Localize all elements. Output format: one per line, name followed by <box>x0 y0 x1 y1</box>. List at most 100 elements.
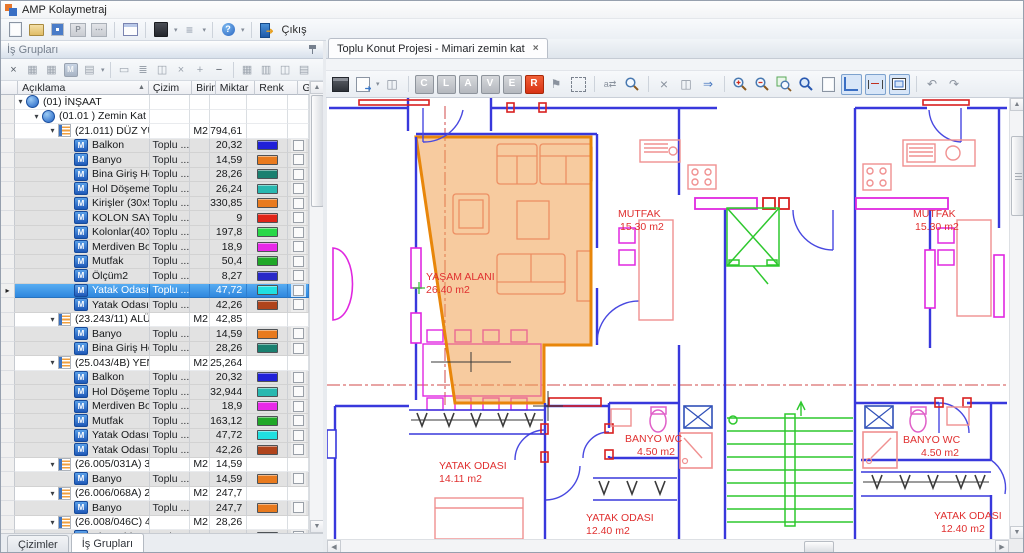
flag-icon[interactable]: ⚑ <box>547 75 566 94</box>
add-row-icon[interactable]: + <box>192 61 209 78</box>
color-chip[interactable] <box>257 227 278 237</box>
color-chip[interactable] <box>257 430 278 440</box>
table-row[interactable]: MMerdiven BoşluğuToplu ...18,9 <box>1 400 309 415</box>
pin-icon[interactable] <box>308 44 317 55</box>
color-chip[interactable] <box>257 184 278 194</box>
show-checkbox[interactable] <box>293 415 304 426</box>
theme-dropdown-icon[interactable]: ▾ <box>174 26 178 34</box>
color-chip[interactable] <box>257 300 278 310</box>
window-layout-icon[interactable] <box>121 21 139 39</box>
color-chip[interactable] <box>257 401 278 411</box>
new-document-icon[interactable] <box>6 21 24 39</box>
table-row[interactable]: ▾(26.008/046C) 40...M228,26 <box>1 516 309 531</box>
show-checkbox[interactable] <box>293 299 304 310</box>
table-row[interactable]: MBanyoToplu ...14,59 <box>1 327 309 342</box>
show-checkbox[interactable] <box>293 227 304 238</box>
viewport-mode-icon[interactable] <box>889 74 910 95</box>
table-row[interactable]: MBina Giriş HolüToplu ...28,26 <box>1 342 309 357</box>
table-row[interactable]: MBalkonToplu ...20,32 <box>1 371 309 386</box>
color-chip[interactable] <box>257 474 278 484</box>
exit-icon[interactable]: ➜ <box>258 21 276 39</box>
color-chip[interactable] <box>257 140 278 150</box>
drawing-vscrollbar[interactable]: ▲ ▼ <box>1009 98 1023 539</box>
drawing-scroll-up-icon[interactable]: ▲ <box>1010 98 1024 111</box>
layer-c-button[interactable]: C <box>415 75 434 94</box>
find-replace-icon[interactable]: a⇄ <box>601 75 620 94</box>
theme-icon[interactable] <box>152 21 170 39</box>
color-chip[interactable] <box>257 445 278 455</box>
print-preview-icon[interactable]: ▥ <box>258 61 275 78</box>
table-row[interactable]: MBalkonToplu ...20,32 <box>1 139 309 154</box>
help-icon[interactable]: ? <box>219 21 237 39</box>
table-row[interactable]: MMutfakToplu ...50,4 <box>1 255 309 270</box>
expander-icon[interactable]: ▾ <box>47 489 58 498</box>
copy-drawing-icon[interactable]: ◫ <box>383 75 402 94</box>
delete-selection-icon[interactable]: × <box>655 75 674 94</box>
show-checkbox[interactable] <box>293 256 304 267</box>
column-aciklama[interactable]: Açıklama▲ <box>18 81 149 95</box>
report-dropdown-icon[interactable]: ▾ <box>101 66 105 74</box>
close-tab-icon[interactable]: × <box>533 43 539 54</box>
list-style-icon[interactable]: ≡ <box>181 21 199 39</box>
color-chip[interactable] <box>257 503 278 513</box>
export-icon[interactable]: ➜ <box>353 75 372 94</box>
subtract-row-icon[interactable]: − <box>211 61 228 78</box>
expander-icon[interactable]: ▾ <box>47 460 58 469</box>
column-renk[interactable]: Renk <box>255 81 298 95</box>
regen-icon[interactable] <box>819 75 838 94</box>
show-checkbox[interactable] <box>293 140 304 151</box>
plot-icon[interactable] <box>331 75 350 94</box>
expander-icon[interactable]: ▾ <box>31 112 42 121</box>
layer-v-button[interactable]: V <box>481 75 500 94</box>
calculator-icon[interactable]: ⋯ <box>90 21 108 39</box>
table-row[interactable]: MBanyoToplu ...14,59 <box>1 472 309 487</box>
show-checkbox[interactable] <box>293 328 304 339</box>
table-row[interactable]: MYatak Odası 2Toplu ...42,26 <box>1 443 309 458</box>
color-chip[interactable] <box>257 329 278 339</box>
copy-icon[interactable]: ◫ <box>277 61 294 78</box>
print-icon[interactable]: ▦ <box>239 61 256 78</box>
show-checkbox[interactable] <box>293 285 304 296</box>
help-dropdown-icon[interactable]: ▾ <box>241 26 245 34</box>
table-row[interactable]: MYatak OdasıToplu ...47,72 <box>1 429 309 444</box>
show-checkbox[interactable] <box>293 270 304 281</box>
column-cizim[interactable]: Çizim <box>149 81 192 95</box>
column-birim[interactable]: Birim <box>192 81 216 95</box>
list-view-icon[interactable]: ≣ <box>135 61 152 78</box>
color-chip[interactable] <box>257 169 278 179</box>
drawing-vscrollbar-thumb[interactable] <box>1011 136 1024 216</box>
report-icon[interactable]: ▤ <box>81 61 98 78</box>
work-groups-icon[interactable] <box>48 21 66 39</box>
table-row[interactable]: MMutfakToplu ...163,12 <box>1 414 309 429</box>
color-chip[interactable] <box>257 416 278 426</box>
expand-tree-icon[interactable]: ▦ <box>24 61 41 78</box>
zoom-in-icon[interactable] <box>731 75 750 94</box>
table-row[interactable]: MKOLON SAYILARIToplu ...9 <box>1 211 309 226</box>
color-chip[interactable] <box>257 256 278 266</box>
color-chip[interactable] <box>257 155 278 165</box>
expander-icon[interactable]: ▾ <box>15 97 26 106</box>
show-checkbox[interactable] <box>293 343 304 354</box>
table-row[interactable]: MHol DöşemeToplu ...132,944 <box>1 385 309 400</box>
show-checkbox[interactable] <box>293 444 304 455</box>
show-checkbox[interactable] <box>293 401 304 412</box>
drawing-canvas[interactable]: YAŞAM ALANI 26.40 m2 MUTFAK 15.30 m2 MUT… <box>327 98 1009 539</box>
show-checkbox[interactable] <box>293 198 304 209</box>
table-row[interactable]: ▾(01) İNŞAAT <box>1 95 309 110</box>
expander-icon[interactable]: ▾ <box>47 315 58 324</box>
table-row[interactable]: MKirişler (30x50)Toplu ...330,85 <box>1 197 309 212</box>
remove-row-icon[interactable]: × <box>173 61 190 78</box>
rename-icon[interactable]: ▭ <box>116 61 133 78</box>
color-chip[interactable] <box>257 387 278 397</box>
redo-icon[interactable]: ↷ <box>945 75 964 94</box>
show-checkbox[interactable] <box>293 372 304 383</box>
measure-icon[interactable]: M <box>62 61 79 78</box>
exit-button[interactable]: Çıkış <box>282 24 307 36</box>
table-row[interactable]: ▾(26.006/068A) 20...M2247,7 <box>1 487 309 502</box>
drawing-scroll-right-icon[interactable]: ▶ <box>995 540 1009 553</box>
table-row[interactable]: MBina Giriş HolüToplu ...28,26 <box>1 168 309 183</box>
show-checkbox[interactable] <box>293 169 304 180</box>
zoom-out-icon[interactable] <box>753 75 772 94</box>
zoom-window-icon[interactable] <box>797 75 816 94</box>
color-chip[interactable] <box>257 242 278 252</box>
